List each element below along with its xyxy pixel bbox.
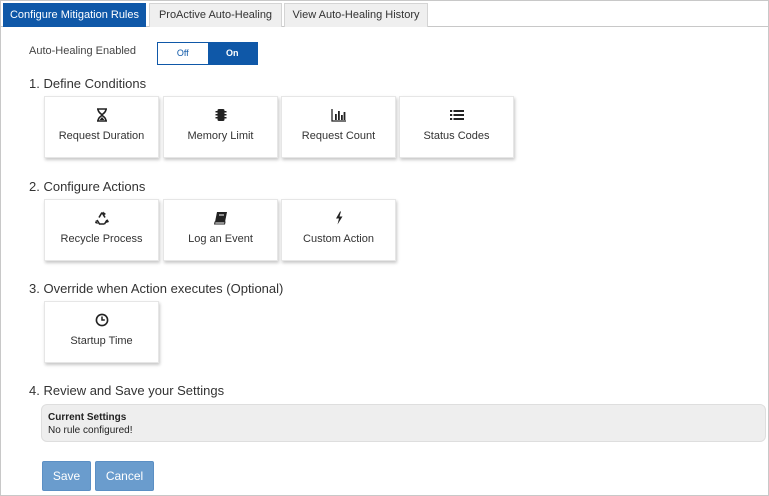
auto-healing-toggle[interactable]: Off On <box>157 42 258 65</box>
current-settings-header: Current Settings <box>48 412 127 423</box>
bar-chart-icon <box>282 108 395 126</box>
toggle-on-option[interactable]: On <box>207 43 257 64</box>
startup-time-card[interactable]: Startup Time <box>44 301 159 363</box>
auto-healing-label: Auto-Healing Enabled <box>29 45 137 57</box>
hourglass-icon <box>45 108 158 126</box>
current-settings-panel: Current Settings No rule configured! <box>41 404 766 442</box>
bolt-icon <box>282 211 395 229</box>
request-duration-card[interactable]: Request Duration <box>44 96 159 158</box>
card-label: Log an Event <box>188 233 253 245</box>
memory-limit-card[interactable]: Memory Limit <box>163 96 278 158</box>
status-codes-card[interactable]: Status Codes <box>399 96 514 158</box>
card-label: Request Duration <box>58 130 145 142</box>
custom-action-card[interactable]: Custom Action <box>281 199 396 261</box>
override-title: 3. Override when Action executes (Option… <box>29 281 284 296</box>
define-conditions-title: 1. Define Conditions <box>29 76 147 91</box>
recycle-process-card[interactable]: Recycle Process <box>44 199 159 261</box>
clock-icon <box>45 313 158 331</box>
tab-configure-mitigation-rules[interactable]: Configure Mitigation Rules <box>3 3 146 27</box>
request-count-card[interactable]: Request Count <box>281 96 396 158</box>
tab-bar: Configure Mitigation Rules ProActive Aut… <box>1 1 768 27</box>
save-button[interactable]: Save <box>42 461 91 491</box>
memory-chip-icon <box>164 108 277 126</box>
list-icon <box>400 108 513 126</box>
current-settings-value: No rule configured! <box>48 425 133 436</box>
card-label: Request Count <box>301 130 376 142</box>
tab-proactive-auto-healing[interactable]: ProActive Auto-Healing <box>149 3 282 27</box>
recycle-icon <box>45 211 158 229</box>
configure-actions-title: 2. Configure Actions <box>29 179 146 194</box>
mitigation-panel: Configure Mitigation Rules ProActive Aut… <box>0 0 769 496</box>
book-icon <box>164 211 277 229</box>
card-label: Startup Time <box>70 335 133 347</box>
toggle-off-option[interactable]: Off <box>158 43 208 64</box>
card-label: Memory Limit <box>187 130 254 142</box>
cancel-button[interactable]: Cancel <box>95 461 154 491</box>
card-label: Status Codes <box>423 130 490 142</box>
card-label: Recycle Process <box>60 233 143 245</box>
card-label: Custom Action <box>303 233 374 245</box>
tab-view-auto-healing-history[interactable]: View Auto-Healing History <box>284 3 428 27</box>
log-an-event-card[interactable]: Log an Event <box>163 199 278 261</box>
review-settings-title: 4. Review and Save your Settings <box>29 383 225 398</box>
